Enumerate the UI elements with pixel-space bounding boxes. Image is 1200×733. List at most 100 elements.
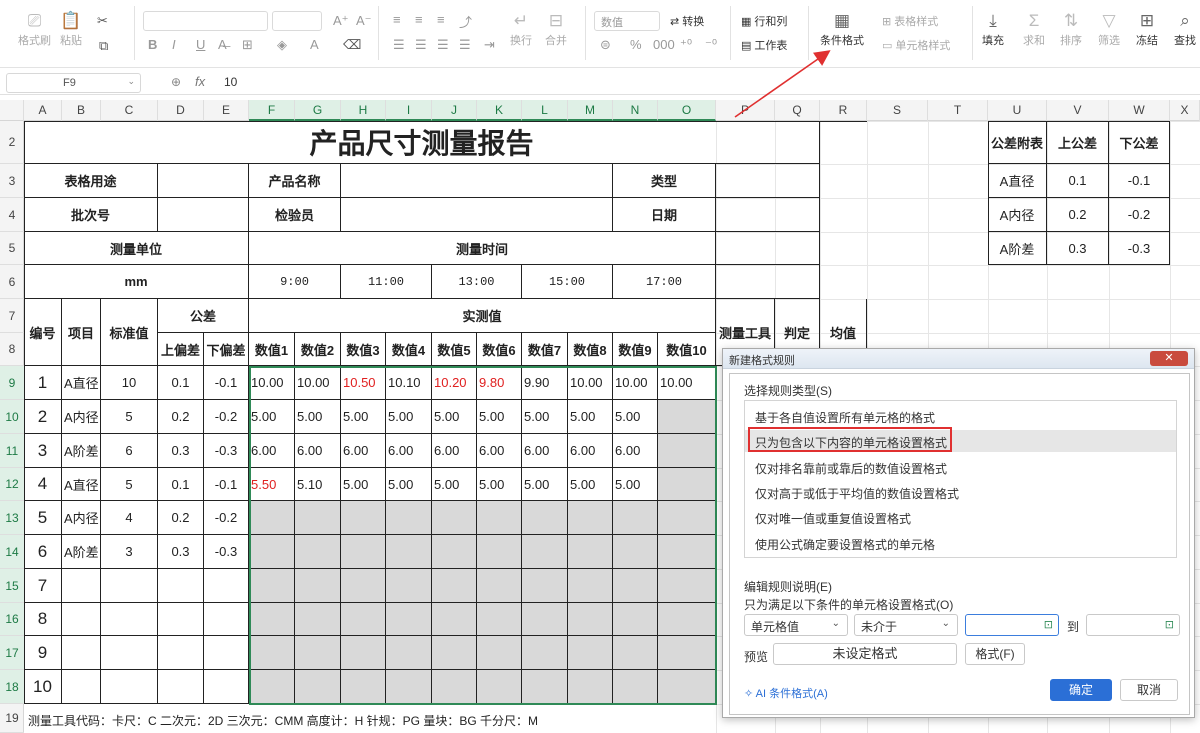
column-header-r[interactable]: R xyxy=(820,100,867,121)
rule-type-item[interactable]: 仅对高于或低于平均值的数值设置格式 xyxy=(745,481,1176,503)
indent-icon[interactable]: ⇥ xyxy=(484,37,495,53)
condition-field-select[interactable]: 单元格值 ⌄ xyxy=(744,614,848,636)
find-button[interactable]: ⌕ 查找 xyxy=(1174,10,1196,48)
paste-button[interactable]: 📋 粘贴 xyxy=(60,10,82,48)
format-button[interactable]: 格式(F) xyxy=(965,643,1025,665)
align-center-icon[interactable]: ☰ xyxy=(415,37,427,53)
range-picker-icon[interactable]: ⊡ xyxy=(1165,618,1174,631)
column-header-x[interactable]: X xyxy=(1170,100,1200,121)
row-header-14[interactable]: 14 xyxy=(0,535,24,569)
dialog-close-button[interactable]: ✕ xyxy=(1150,351,1188,366)
row-header-19[interactable]: 19 xyxy=(0,704,24,733)
clear-format-icon[interactable]: ⌫ xyxy=(343,37,361,53)
convert-button[interactable]: ⇄ 转换 xyxy=(670,13,704,29)
conditional-format-button[interactable]: ▦ 条件格式 xyxy=(820,10,864,48)
cell-style-button[interactable]: ▭ 单元格样式 xyxy=(882,37,950,53)
column-header-m[interactable]: M xyxy=(568,100,613,121)
row-header-10[interactable]: 10 xyxy=(0,400,24,434)
column-header-k[interactable]: K xyxy=(477,100,522,121)
rule-type-item[interactable]: 基于各自值设置所有单元格的格式 xyxy=(745,405,1176,427)
fill-button[interactable]: ⤓ 填充 xyxy=(982,10,1004,48)
align-left-icon[interactable]: ☰ xyxy=(393,37,405,53)
currency-icon[interactable]: ⊜ xyxy=(600,37,611,53)
column-header-n[interactable]: N xyxy=(613,100,658,121)
copy-icon[interactable]: ⧉ xyxy=(99,38,108,54)
column-header-v[interactable]: V xyxy=(1047,100,1109,121)
row-header-16[interactable]: 16 xyxy=(0,603,24,636)
rule-type-item[interactable]: 只为包含以下内容的单元格设置格式 xyxy=(745,430,1176,453)
fill-color-icon[interactable]: ◈ xyxy=(277,37,287,53)
row-header-15[interactable]: 15 xyxy=(0,569,24,603)
ok-button[interactable]: 确定 xyxy=(1050,679,1112,701)
strikethrough-icon[interactable]: A̶ xyxy=(218,37,227,52)
font-color-icon[interactable]: A xyxy=(310,37,319,52)
worksheet-button[interactable]: ▤ 工作表 xyxy=(741,37,787,53)
wrap-text-button[interactable]: ↵ 换行 xyxy=(510,10,532,48)
font-shrink-icon[interactable]: A⁻ xyxy=(356,13,372,29)
column-header-u[interactable]: U xyxy=(988,100,1047,121)
row-header-3[interactable]: 3 xyxy=(0,164,24,198)
sort-button[interactable]: ⇅ 排序 xyxy=(1060,10,1082,48)
column-header-j[interactable]: J xyxy=(432,100,477,121)
underline-icon[interactable]: U xyxy=(196,37,205,52)
percent-icon[interactable]: % xyxy=(630,37,642,52)
rule-type-item[interactable]: 仅对唯一值或重复值设置格式 xyxy=(745,506,1176,528)
row-header-2[interactable]: 2 xyxy=(0,121,24,164)
font-name-combo[interactable] xyxy=(143,11,268,31)
row-header-12[interactable]: 12 xyxy=(0,468,24,501)
column-header-i[interactable]: I xyxy=(386,100,432,121)
row-header-11[interactable]: 11 xyxy=(0,434,24,468)
sum-button[interactable]: Σ 求和 xyxy=(1023,10,1045,48)
column-header-g[interactable]: G xyxy=(295,100,341,121)
orientation-icon[interactable]: ⤴ xyxy=(459,12,472,31)
merge-button[interactable]: ⊟ 合并 xyxy=(545,10,567,48)
freeze-button[interactable]: ⊞ 冻结 xyxy=(1136,10,1158,48)
italic-icon[interactable]: I xyxy=(172,37,176,52)
column-header-l[interactable]: L xyxy=(522,100,568,121)
table-style-button[interactable]: ⊞ 表格样式 xyxy=(882,13,938,29)
range-picker-icon[interactable]: ⊡ xyxy=(1044,618,1053,631)
select-all-corner[interactable] xyxy=(0,100,24,121)
row-header-4[interactable]: 4 xyxy=(0,198,24,232)
bold-icon[interactable]: B xyxy=(148,37,157,52)
name-box[interactable]: F9 ⌄ xyxy=(6,73,141,93)
column-header-q[interactable]: Q xyxy=(775,100,820,121)
cancel-button[interactable]: 取消 xyxy=(1120,679,1178,701)
row-header-18[interactable]: 18 xyxy=(0,670,24,704)
row-header-5[interactable]: 5 xyxy=(0,232,24,265)
row-header-9[interactable]: 9 xyxy=(0,366,24,400)
row-header-6[interactable]: 6 xyxy=(0,265,24,299)
column-header-w[interactable]: W xyxy=(1109,100,1170,121)
condition-operator-select[interactable]: 未介于 ⌄ xyxy=(854,614,958,636)
column-header-f[interactable]: F xyxy=(249,100,295,121)
decrease-decimal-icon[interactable]: ⁻⁰ xyxy=(705,37,717,53)
column-header-d[interactable]: D xyxy=(158,100,204,121)
column-header-e[interactable]: E xyxy=(204,100,249,121)
increase-decimal-icon[interactable]: ⁺⁰ xyxy=(680,37,692,53)
column-header-s[interactable]: S xyxy=(867,100,928,121)
number-format-combo[interactable]: 数值 xyxy=(594,11,660,31)
zoom-icon[interactable]: ⊕ xyxy=(171,75,181,89)
column-header-a[interactable]: A xyxy=(24,100,62,121)
align-middle-icon[interactable]: ≡ xyxy=(415,12,423,27)
rule-type-list[interactable]: 基于各自值设置所有单元格的格式 只为包含以下内容的单元格设置格式 仅对排名靠前或靠后… xyxy=(744,400,1177,558)
rule-type-item[interactable]: 仅对排名靠前或靠后的数值设置格式 xyxy=(745,456,1176,478)
rows-cols-button[interactable]: ▦ 行和列 xyxy=(741,13,787,29)
align-top-icon[interactable]: ≡ xyxy=(393,12,401,27)
format-painter-button[interactable]: ⎚ 格式刷 xyxy=(18,10,51,48)
column-header-p[interactable]: P xyxy=(716,100,775,121)
row-header-17[interactable]: 17 xyxy=(0,636,24,670)
formula-value[interactable]: 10 xyxy=(224,75,237,89)
column-header-o[interactable]: O xyxy=(658,100,716,121)
fx-icon[interactable]: fx xyxy=(195,74,205,89)
column-header-c[interactable]: C xyxy=(101,100,158,121)
column-header-b[interactable]: B xyxy=(62,100,101,121)
row-header-13[interactable]: 13 xyxy=(0,501,24,535)
border-icon[interactable]: ⊞ xyxy=(242,37,253,53)
range-start-input[interactable]: ⊡ xyxy=(965,614,1059,636)
row-header-7[interactable]: 7 xyxy=(0,299,24,333)
row-header-8[interactable]: 8 xyxy=(0,333,24,366)
cut-icon[interactable]: ✂ xyxy=(97,13,108,29)
ai-conditional-format-link[interactable]: ✧ AI 条件格式(A) xyxy=(744,685,828,701)
column-header-h[interactable]: H xyxy=(341,100,386,121)
